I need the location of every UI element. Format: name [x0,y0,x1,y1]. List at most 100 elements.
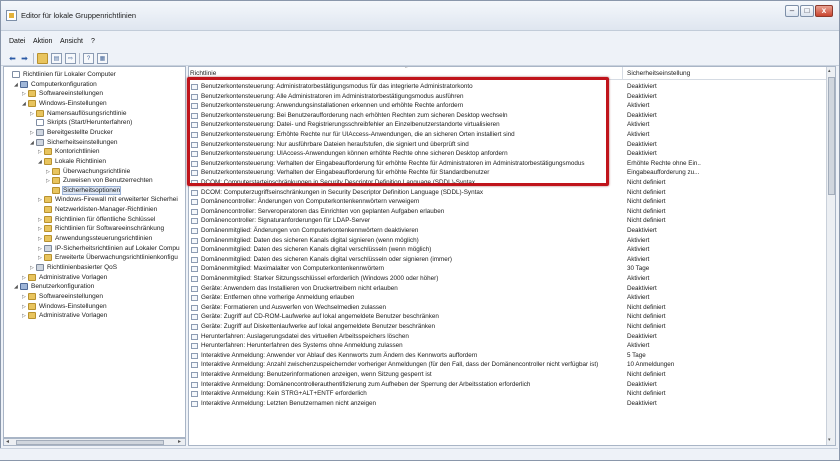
policy-name: Domänencontroller: Serveroperatoren das … [201,207,445,215]
tree-item[interactable]: ▷ Windows-Firewall mit erweiterter Sicher… [38,195,178,205]
settings-node-icon [36,138,44,146]
policy-name: Benutzerkontensteuerung: Anwendungsinsta… [201,102,464,110]
tree-item[interactable]: ▷ Überwachungsrichtlinie [46,167,130,177]
policy-row[interactable]: Benutzerkontensteuerung: Administratorbe… [189,82,827,92]
tree-item[interactable]: ▷ Softwareeinstellungen [22,292,103,302]
properties-icon[interactable]: ▦ [97,53,108,64]
tree-item[interactable]: ▷ Richtlinien für öffentliche Schlüssel [38,215,155,225]
menu-aktion[interactable]: Aktion [33,38,52,45]
scroll-right-icon[interactable]: ▸ [178,438,181,445]
tree-item-label: Anwendungssteuerungsrichtlinien [55,235,153,243]
policy-item-icon [191,218,198,225]
policy-row[interactable]: Geräte: Formatieren und Auswerfen von We… [189,303,827,313]
policy-row[interactable]: Benutzerkontensteuerung: Anwendungsinsta… [189,101,827,111]
tree-item[interactable]: ▷ Richtlinienbasierter QoS [30,263,117,273]
policy-row[interactable]: Geräte: Zugriff auf Diskettenlaufwerke a… [189,322,827,332]
policy-name: Geräte: Zugriff auf Diskettenlaufwerke a… [201,323,436,330]
tree-item[interactable]: ▷ IP-Sicherheitsrichtlinien auf Lokaler C… [38,244,180,254]
title-bar: Editor für lokale Gruppenrichtlinien – □… [1,1,839,31]
tree-item[interactable]: ▷ Administrative Vorlagen [22,311,107,321]
policy-row[interactable]: Geräte: Entfernen ohne vorherige Anmeldu… [189,293,827,303]
navigation-tree[interactable]: Richtlinien für Lokaler Computer ◢ Compute… [3,66,186,438]
scroll-thumb[interactable] [16,440,164,445]
tree-item[interactable]: ▷ Kontorichtlinien [38,147,99,157]
policy-row[interactable]: Domänenmitglied: Änderungen von Computer… [189,226,827,236]
column-divider[interactable] [622,67,623,80]
policy-row[interactable]: Herunterfahren: Herunterfahren des Syste… [189,341,827,351]
tree-item[interactable]: ▷ Richtlinien für Softwareeinschränkung [38,224,164,234]
policy-name: Domänenmitglied: Daten des sicheren Kana… [201,246,432,254]
tree-item[interactable]: ◢ Windows-Einstellungen [22,99,107,109]
tree-item-label: Computerkonfiguration [31,80,97,88]
policy-row[interactable]: Domänencontroller: Serveroperatoren das … [189,207,827,217]
close-button[interactable]: x [815,5,833,17]
scroll-up-icon[interactable]: ▴ [828,68,831,74]
tree-item[interactable]: ◢ Benutzerkonfiguration [14,282,94,292]
up-folder-icon[interactable] [37,53,48,64]
menu-help[interactable]: ? [91,38,95,45]
policy-row[interactable]: Interaktive Anmeldung: Anzahl zwischenzu… [189,360,827,370]
export-list-icon[interactable]: ⇨ [65,53,76,64]
tree-item[interactable]: Netzwerklisten-Manager-Richtlinien [38,205,157,215]
tree-item[interactable]: ▷ Zuweisen von Benutzerrechten [46,176,153,186]
column-header-sicherheitseinstellung[interactable]: Sicherheitseinstellung [627,70,690,77]
forward-arrow-icon[interactable]: ➡ [19,53,30,64]
tree-item[interactable]: Richtlinien für Lokaler Computer [6,70,116,80]
policy-row[interactable]: Herunterfahren: Auslagerungsdatei des vi… [189,332,827,342]
tree-item[interactable]: ▷ Anwendungssteuerungsrichtlinien [38,234,152,244]
policy-row[interactable]: DCOM: Computerzugriffseinschränkungen in… [189,188,827,198]
policy-row[interactable]: Benutzerkontensteuerung: Erhöhte Rechte … [189,130,827,140]
tree-item[interactable]: ◢ Lokale Richtlinien [38,157,106,167]
scroll-thumb[interactable] [828,77,835,195]
policy-row[interactable]: Benutzerkontensteuerung: Datei- und Regi… [189,120,827,130]
tree-horizontal-scrollbar[interactable]: ◂ ▸ [3,438,186,446]
policy-row[interactable]: Domänenmitglied: Maximalalter von Comput… [189,264,827,274]
policy-row[interactable]: Interaktive Anmeldung: Kein STRG+ALT+ENT… [189,389,827,399]
help-icon[interactable]: ? [83,53,94,64]
policy-row[interactable]: Domänencontroller: Änderungen von Comput… [189,197,827,207]
tree-item[interactable]: ▷ Bereitgestellte Drucker [30,128,113,138]
menu-datei[interactable]: Datei [9,38,25,45]
policy-row[interactable]: Geräte: Anwendern das Installieren von D… [189,284,827,294]
back-arrow-icon[interactable]: ⬅ [7,53,18,64]
policy-row[interactable]: Benutzerkontensteuerung: Alle Administra… [189,92,827,102]
policy-row[interactable]: Benutzerkontensteuerung: Nur ausführbare… [189,140,827,150]
policy-row[interactable]: Benutzerkontensteuerung: Bei Benutzerauf… [189,111,827,121]
policy-row[interactable]: Benutzerkontensteuerung: UIAccess-Anwend… [189,149,827,159]
policy-name: Domänenmitglied: Daten des sicheren Kana… [201,236,419,244]
tree-item[interactable]: Sicherheitsoptionen [46,185,122,196]
scroll-down-icon[interactable]: ▾ [828,437,831,443]
policy-setting: 10 Anmeldungen [627,361,675,369]
scroll-left-icon[interactable]: ◂ [6,438,9,445]
tree-item[interactable]: ▷ Erweiterte Überwachungsrichtlinienkonfi… [38,253,178,263]
tree-item[interactable]: ◢ Sicherheitseinstellungen [30,138,117,148]
policy-row[interactable]: Domänenmitglied: Starker Sitzungsschlüss… [189,274,827,284]
policy-setting: Deaktiviert [627,92,657,100]
show-hide-tree-icon[interactable]: ▤ [51,53,62,64]
policy-row[interactable]: Geräte: Zugriff auf CD-ROM-Laufwerke auf… [189,312,827,322]
policy-row[interactable]: Domänencontroller: Signaturanforderungen… [189,216,827,226]
tree-item[interactable]: ▷ Administrative Vorlagen [22,273,107,283]
list-vertical-scrollbar[interactable]: ▴ ▾ [826,67,835,445]
policy-setting: Aktiviert [627,342,650,350]
tree-item[interactable]: ▷ Namensauflösungsrichtlinie [30,109,127,119]
policy-row[interactable]: Interaktive Anmeldung: Benutzerinformati… [189,370,827,380]
policy-row[interactable]: Interaktive Anmeldung: Domänencontroller… [189,380,827,390]
column-header-richtlinie[interactable]: Richtlinie [190,70,216,77]
policy-row[interactable]: Benutzerkontensteuerung: Verhalten der E… [189,168,827,178]
menu-ansicht[interactable]: Ansicht [60,38,83,45]
policy-row[interactable]: Interaktive Anmeldung: Anwender vor Abla… [189,351,827,361]
policy-row[interactable]: Domänenmitglied: Daten des sicheren Kana… [189,255,827,265]
policy-row[interactable]: Benutzerkontensteuerung: Verhalten der E… [189,159,827,169]
tree-item[interactable]: ◢ Computerkonfiguration [14,80,97,90]
tree-item[interactable]: ▷ Windows-Einstellungen [22,302,107,312]
policy-row[interactable]: Domänenmitglied: Daten des sicheren Kana… [189,236,827,246]
minimize-button[interactable]: – [785,5,799,17]
policy-row[interactable]: Interaktive Anmeldung: Letzten Benutzern… [189,399,827,409]
maximize-button[interactable]: □ [800,5,814,17]
policy-setting: Aktiviert [627,255,650,263]
policy-row[interactable]: DCOM: Computerstarteinschränkungen in Se… [189,178,827,188]
policy-row[interactable]: Domänenmitglied: Daten des sicheren Kana… [189,245,827,255]
tree-item[interactable]: ▷ Softwareeinstellungen [22,89,103,99]
tree-item[interactable]: Skripts (Start/Herunterfahren) [30,118,132,128]
